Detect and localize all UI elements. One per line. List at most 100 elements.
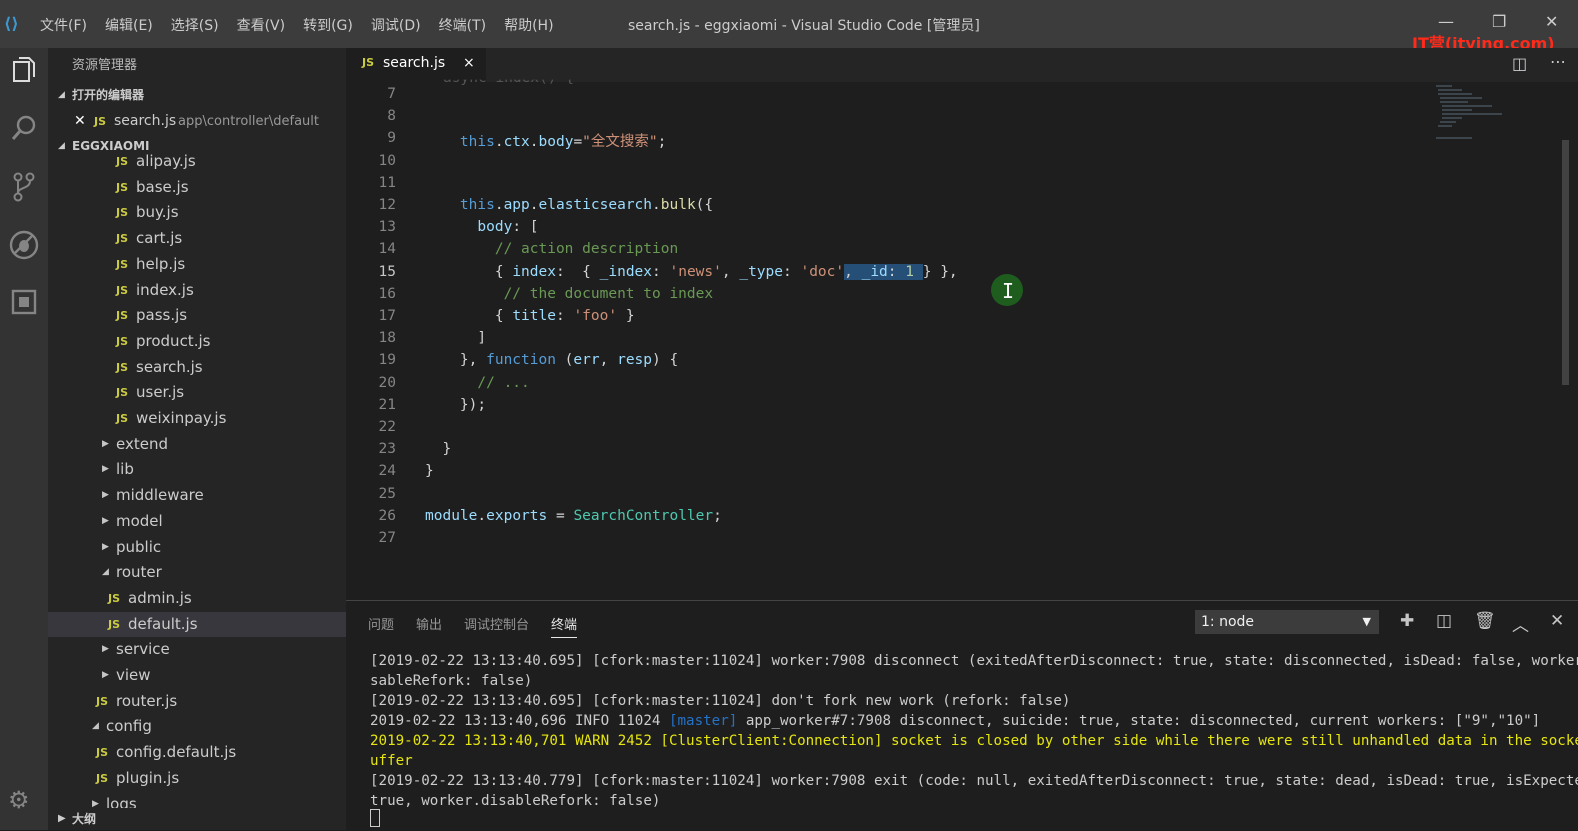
code-line[interactable]: module.exports = SearchController; (425, 508, 722, 524)
terminal-line: true, worker.disableRefork: false) (370, 793, 661, 809)
tree-item-label: help.js (136, 254, 186, 273)
explorer-title: 资源管理器 (72, 58, 138, 73)
outline-section[interactable]: ▶ 大纲 (48, 808, 346, 830)
tree-item-label: index.js (136, 280, 194, 299)
tree-file[interactable]: JS weixinpay.js (48, 406, 346, 431)
new-terminal-icon[interactable]: ✚ (1400, 611, 1414, 631)
close-tab-icon[interactable]: × (463, 48, 475, 78)
tree-folder[interactable]: ▶ extend (48, 432, 346, 457)
more-actions-icon[interactable]: ⋯ (1550, 52, 1566, 71)
tree-file[interactable]: JS help.js (48, 252, 346, 277)
restore-icon[interactable]: ❐ (1492, 12, 1506, 31)
line-number: 21 (378, 396, 396, 413)
maximize-panel-icon[interactable]: ︿ (1512, 611, 1529, 636)
menu-item-5[interactable]: 调试(D) (371, 15, 421, 35)
menu-item-4[interactable]: 转到(G) (303, 15, 353, 35)
tree-folder[interactable]: ◢ router (48, 560, 346, 585)
code-line[interactable]: this.ctx.body="全文搜索"; (425, 130, 666, 151)
tree-folder[interactable]: ▶ model (48, 509, 346, 534)
code-line[interactable]: } (425, 463, 434, 479)
window-title: search.js - eggxiaomi - Visual Studio Co… (628, 18, 980, 34)
tree-folder[interactable]: ◢ config (48, 714, 346, 739)
tab-search-js[interactable]: JS search.js × (346, 48, 486, 82)
menu-item-0[interactable]: 文件(F) (40, 15, 87, 35)
js-file-icon: JS (108, 591, 121, 605)
tree-file[interactable]: JS buy.js (48, 200, 346, 225)
settings-gear-icon[interactable]: ⚙ (8, 786, 30, 814)
tree-file[interactable]: JS product.js (48, 329, 346, 354)
tree-file[interactable]: JS router.js (48, 689, 346, 714)
code-line[interactable]: { title: 'foo' } (425, 308, 635, 324)
tree-folder[interactable]: ▶ middleware (48, 483, 346, 508)
tree-file[interactable]: JS config.default.js (48, 740, 346, 765)
panel-tab-1[interactable]: 输出 (416, 614, 442, 638)
code-line[interactable]: this.app.elasticsearch.bulk({ (425, 197, 713, 213)
code-line[interactable]: // the document to index (425, 286, 714, 302)
files-icon[interactable] (8, 56, 40, 88)
panel-tab-2[interactable]: 调试控制台 (464, 614, 529, 638)
close-panel-icon[interactable]: ✕ (1550, 611, 1564, 631)
minimize-icon[interactable]: — (1438, 12, 1454, 31)
tree-file[interactable]: JS admin.js (48, 586, 346, 611)
trash-icon[interactable]: 🗑 (1474, 611, 1496, 631)
code-line[interactable]: } (425, 441, 451, 457)
tree-folder[interactable]: ▶ service (48, 637, 346, 662)
tree-file[interactable]: JS alipay.js (48, 149, 346, 174)
debug-icon[interactable] (8, 230, 40, 262)
extensions-icon[interactable] (8, 288, 40, 320)
open-editors-section[interactable]: ◢ 打开的编辑器 (48, 84, 346, 106)
line-number: 12 (378, 197, 396, 213)
tree-file[interactable]: JS default.js (48, 611, 346, 637)
open-editor-item[interactable]: ✕ JS search.js app\controller\default (48, 109, 346, 134)
code-line[interactable]: }); (425, 397, 486, 413)
menu-item-7[interactable]: 帮助(H) (504, 15, 553, 35)
collapsed-triangle-icon: ▶ (102, 670, 109, 680)
split-editor-icon[interactable]: ◫ (1512, 54, 1527, 73)
line-number: 8 (387, 108, 396, 125)
close-icon[interactable]: ✕ (74, 109, 86, 134)
search-icon[interactable] (8, 114, 40, 146)
line-number: 10 (378, 152, 396, 169)
source-control-icon[interactable] (8, 172, 40, 204)
tree-file[interactable]: JS base.js (48, 175, 346, 200)
panel-tab-3[interactable]: 终端 (551, 614, 578, 638)
code-line[interactable]: // ... (425, 375, 529, 391)
menu-item-1[interactable]: 编辑(E) (105, 15, 153, 35)
js-file-icon: JS (96, 694, 109, 708)
tree-file[interactable]: JS cart.js (48, 226, 346, 251)
line-number: 16 (378, 285, 396, 302)
terminal-output[interactable]: [2019-02-22 13:13:40.695] [cfork:master:… (370, 651, 1578, 811)
tree-item-label: default.js (128, 614, 198, 633)
tree-file[interactable]: JS search.js (48, 355, 346, 380)
terminal-select[interactable]: 1: node ▼ (1195, 610, 1379, 634)
tree-folder[interactable]: ▶ public (48, 535, 346, 560)
line-number: 27 (378, 530, 396, 546)
menu-item-2[interactable]: 选择(S) (171, 15, 219, 35)
collapsed-triangle-icon: ▶ (102, 515, 109, 526)
line-number: 24 (378, 463, 396, 480)
tree-file[interactable]: JS plugin.js (48, 766, 346, 791)
split-terminal-icon[interactable]: ◫ (1436, 611, 1452, 631)
line-number: 14 (378, 241, 396, 258)
terminal-line: 2019-02-22 13:13:40,696 INFO 11024 [mast… (370, 713, 1541, 729)
tree-file[interactable]: JS user.js (48, 380, 346, 405)
menu-item-6[interactable]: 终端(T) (439, 15, 486, 35)
menu-item-3[interactable]: 查看(V) (237, 15, 286, 35)
code-line[interactable]: { index: { _index: 'news', _type: 'doc',… (425, 263, 958, 280)
code-line[interactable]: // action description (425, 241, 678, 257)
code-line[interactable]: }, function (err, resp) { (425, 352, 678, 368)
tree-file[interactable]: JS index.js (48, 278, 346, 303)
tree-item-label: lib (116, 460, 134, 479)
close-window-icon[interactable]: ✕ (1545, 12, 1558, 31)
tree-item-label: product.js (136, 331, 211, 350)
vertical-scrollbar[interactable] (1562, 140, 1569, 385)
code-line[interactable]: ] (425, 330, 486, 346)
panel-tab-0[interactable]: 问题 (368, 614, 394, 638)
tree-folder[interactable]: ▶ view (48, 663, 346, 688)
minimap[interactable] (1432, 82, 1512, 152)
tree-file[interactable]: JS pass.js (48, 303, 346, 328)
tree-folder[interactable]: ▶ lib (48, 457, 346, 482)
tree-item-label: config (106, 717, 152, 736)
tree-item-label: admin.js (128, 588, 192, 607)
code-line[interactable]: body: [ (425, 219, 538, 235)
